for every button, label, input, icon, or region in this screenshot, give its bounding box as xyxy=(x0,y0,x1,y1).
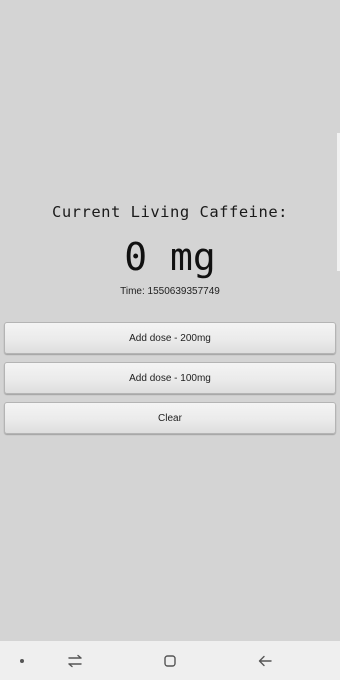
time-label: Time: xyxy=(120,286,148,297)
back-icon[interactable] xyxy=(245,641,285,680)
time-value: 1550639357749 xyxy=(147,286,220,297)
recent-apps-icon[interactable] xyxy=(55,641,95,680)
caffeine-amount: 0 mg xyxy=(124,235,216,279)
add-200mg-button[interactable]: Add dose - 200mg xyxy=(4,322,336,354)
app-screen: Current Living Caffeine: 0 mg Time: 1550… xyxy=(0,0,340,641)
caffeine-heading: Current Living Caffeine: xyxy=(52,203,288,221)
home-icon[interactable] xyxy=(150,641,190,680)
system-navigation-bar xyxy=(0,641,340,680)
dot-icon[interactable] xyxy=(2,641,42,680)
time-row: Time: 1550639357749 xyxy=(0,286,340,297)
clear-button[interactable]: Clear xyxy=(4,402,336,434)
add-100mg-button[interactable]: Add dose - 100mg xyxy=(4,362,336,394)
